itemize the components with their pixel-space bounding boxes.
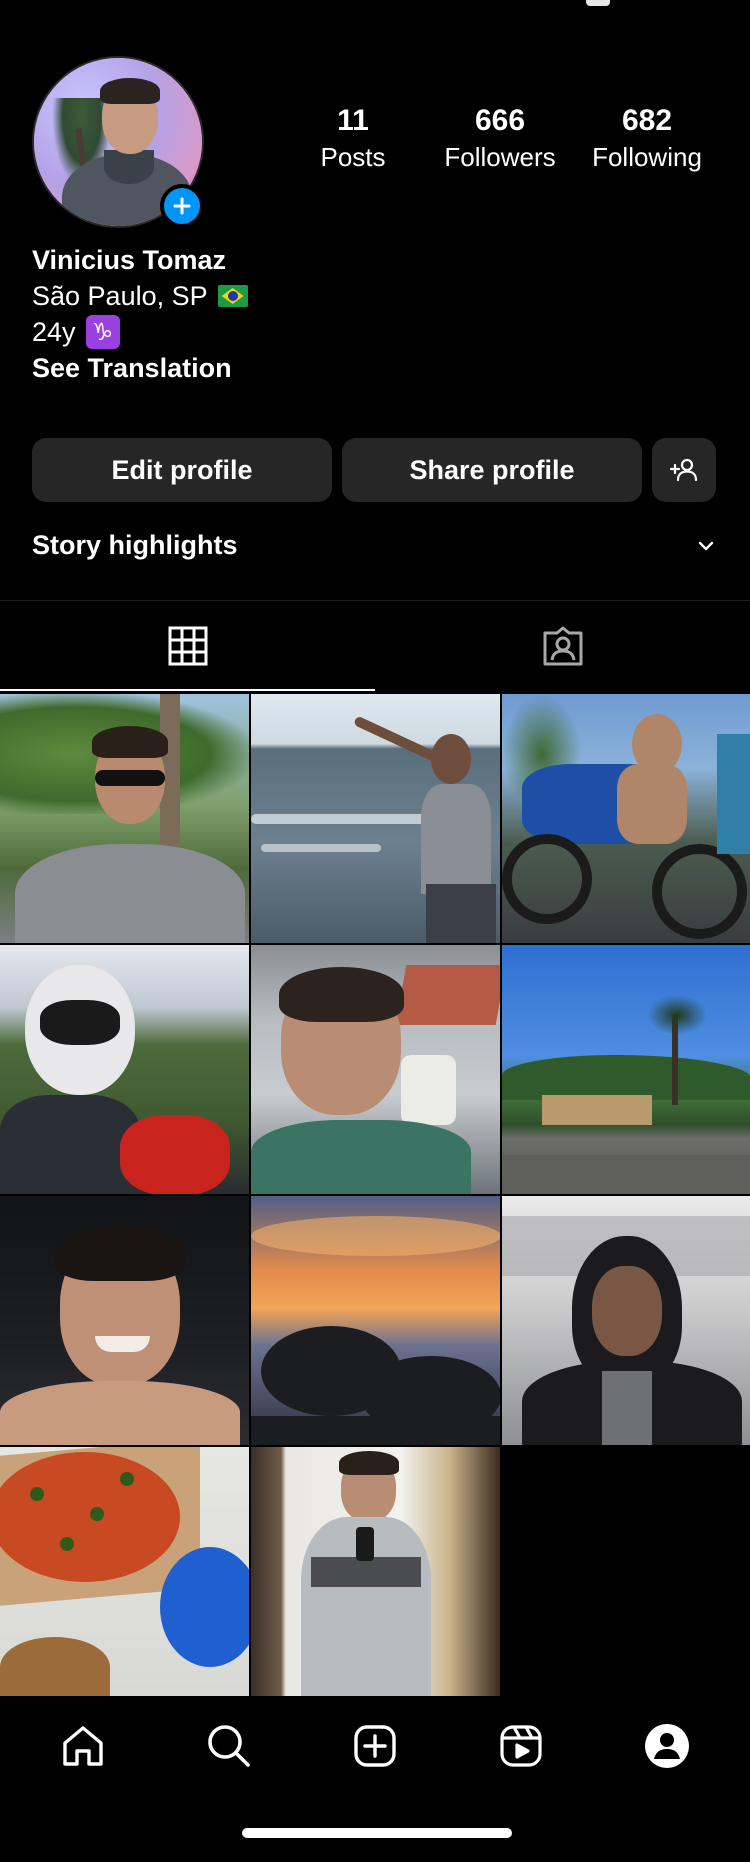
status-bar-indicator	[586, 0, 610, 6]
avatar-container[interactable]	[32, 56, 204, 228]
story-highlights-title: Story highlights	[32, 530, 238, 560]
followers-count: 666	[474, 104, 526, 137]
bio-age: 24y	[32, 317, 76, 347]
bio-location: São Paulo, SP	[32, 281, 208, 311]
post-thumbnail[interactable]	[0, 945, 249, 1194]
reels-icon	[500, 1725, 542, 1767]
story-highlights-row[interactable]: Story highlights	[32, 530, 718, 561]
profile-stats: 11 Posts 666 Followers 682 Following	[280, 104, 720, 174]
post-thumbnail[interactable]	[502, 1196, 750, 1445]
search-icon	[208, 1725, 250, 1767]
profile-icon	[645, 1724, 689, 1768]
profile-actions: Edit profile Share profile	[32, 438, 718, 502]
nav-home[interactable]	[48, 1711, 118, 1781]
chevron-down-icon[interactable]	[694, 534, 718, 558]
nav-profile[interactable]	[632, 1711, 702, 1781]
post-thumbnail[interactable]	[502, 694, 750, 943]
profile-tabs	[0, 600, 750, 691]
followers-stat[interactable]: 666 Followers	[427, 104, 573, 174]
post-thumbnail[interactable]	[502, 945, 750, 1194]
home-icon	[63, 1726, 103, 1766]
post-thumbnail[interactable]	[0, 1196, 249, 1445]
discover-people-button[interactable]	[652, 438, 716, 502]
profile-bio: Vinicius Tomaz São Paulo, SP 24y ♑ See T…	[32, 242, 248, 386]
profile-name: Vinicius Tomaz	[32, 245, 227, 275]
grid-icon	[168, 626, 207, 666]
bio-age-line: 24y ♑	[32, 314, 248, 350]
nav-search[interactable]	[194, 1711, 264, 1781]
posts-count: 11	[337, 104, 369, 137]
followers-label: Followers	[444, 142, 556, 172]
tab-tagged[interactable]	[375, 601, 750, 691]
tab-posts-grid[interactable]	[0, 601, 375, 691]
edit-profile-button[interactable]: Edit profile	[32, 438, 332, 502]
posts-stat[interactable]: 11 Posts	[280, 104, 426, 174]
post-thumbnail[interactable]	[251, 694, 500, 943]
bio-location-line: São Paulo, SP	[32, 278, 248, 314]
see-translation-link[interactable]: See Translation	[32, 350, 248, 386]
share-profile-button[interactable]: Share profile	[342, 438, 642, 502]
home-indicator[interactable]	[242, 1828, 512, 1838]
nav-reels[interactable]	[486, 1711, 556, 1781]
nav-create[interactable]	[340, 1711, 410, 1781]
post-thumbnail[interactable]	[0, 694, 249, 943]
create-icon	[354, 1725, 396, 1767]
following-count: 682	[621, 104, 673, 137]
following-label: Following	[592, 142, 702, 172]
bottom-navigation	[0, 1696, 750, 1796]
brazil-flag-icon	[217, 285, 248, 307]
profile-page: 11 Posts 666 Followers 682 Following Vin…	[0, 0, 750, 1862]
post-thumbnail[interactable]	[251, 1447, 500, 1696]
post-thumbnail[interactable]	[251, 1196, 500, 1445]
add-person-icon	[669, 458, 698, 482]
post-thumbnail[interactable]	[251, 945, 500, 1194]
following-stat[interactable]: 682 Following	[574, 104, 720, 174]
posts-label: Posts	[320, 142, 386, 172]
plus-icon	[173, 197, 191, 215]
add-story-button[interactable]	[160, 184, 204, 228]
posts-grid	[0, 694, 750, 1696]
capricorn-icon: ♑	[85, 315, 120, 349]
post-thumbnail[interactable]	[0, 1447, 249, 1696]
tagged-icon	[543, 626, 582, 666]
